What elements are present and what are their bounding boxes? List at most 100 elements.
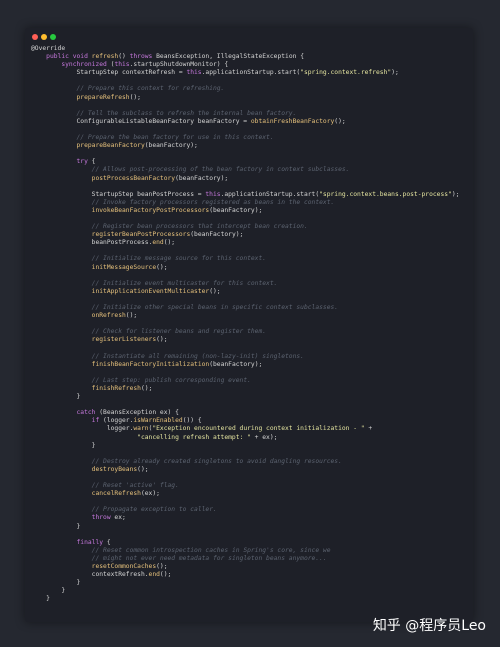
- code-line: registerListeners();: [31, 336, 469, 344]
- code-token: end: [148, 571, 160, 579]
- code-line: if (logger.isWarnEnabled()) {: [31, 417, 469, 425]
- code-line: }: [31, 523, 469, 531]
- code-token: ();: [140, 384, 153, 392]
- code-token: resetCommonCaches: [91, 563, 157, 570]
- code-token: // might not ever need metadata for sing…: [91, 554, 327, 562]
- code-token: (beanFactory);: [209, 360, 263, 368]
- code-token: throw: [91, 514, 115, 522]
- code-token: warn: [133, 425, 149, 433]
- code-line: postProcessBeanFactory(beanFactory);: [31, 175, 469, 183]
- code-token: synchronized: [61, 61, 111, 69]
- code-token: }: [31, 441, 96, 449]
- code-line: finally {: [31, 539, 469, 547]
- code-line: // might not ever need metadata for sing…: [31, 555, 469, 563]
- code-line: // Last step: publish corresponding even…: [31, 377, 469, 385]
- code-line: // Initialize message source for this co…: [31, 255, 469, 263]
- code-line: invokeBeanFactoryPostProcessors(beanFact…: [31, 207, 469, 215]
- code-line: // Tell the subclass to refresh the inte…: [31, 110, 469, 118]
- code-line: }: [31, 393, 469, 401]
- code-token: registerListeners: [91, 336, 157, 344]
- code-token: (beanFactory);: [190, 231, 244, 239]
- code-token: // Allows post-processing of the bean fa…: [91, 166, 350, 174]
- code-token: "spring.context.refresh": [300, 69, 392, 77]
- code-token: .applicationStartup.start(: [220, 190, 320, 198]
- code-token: // Propagate exception to caller.: [91, 506, 217, 514]
- code-token: // Tell the subclass to refresh the inte…: [76, 109, 297, 117]
- code-token: onRefresh: [91, 312, 126, 320]
- code-line: StartupStep contextRefresh = this.applic…: [31, 69, 469, 77]
- maximize-dot-icon: [50, 34, 56, 40]
- code-line: // Initialize other special beans in spe…: [31, 304, 469, 312]
- code-token: beanPostProcess.: [31, 239, 153, 247]
- code-token: this: [186, 69, 202, 77]
- code-line: StartupStep beanPostProcess = this.appli…: [31, 191, 469, 199]
- code-token: initApplicationEventMulticaster: [91, 287, 210, 295]
- code-line: finishBeanFactoryInitialization(beanFact…: [31, 361, 469, 369]
- code-token: }: [31, 595, 50, 603]
- code-token: ();: [334, 117, 346, 125]
- code-line: cancelRefresh(ex);: [31, 490, 469, 498]
- code-line: // Allows post-processing of the bean fa…: [31, 166, 469, 174]
- code-line: synchronized (this.startupShutdownMonito…: [31, 61, 469, 69]
- code-line: "cancelling refresh attempt: " + ex);: [31, 434, 469, 442]
- code-token: BeansException, IllegalStateException {: [156, 53, 304, 61]
- code-token: this: [205, 190, 221, 198]
- code-token: ();: [156, 263, 168, 271]
- code-token: // Initialize event multicaster for this…: [91, 279, 278, 287]
- code-token: finishRefresh: [91, 384, 141, 392]
- code-token: refresh: [91, 53, 119, 61]
- code-token: @Override: [31, 45, 66, 52]
- code-token: // Invoke factory processors registered …: [91, 198, 335, 206]
- code-token: );: [391, 69, 399, 77]
- code-token: ConfigurableListableBeanFactory beanFact…: [31, 117, 251, 125]
- code-token: }: [31, 522, 81, 530]
- code-line: // Register bean processors that interce…: [31, 223, 469, 231]
- code-token: // Last step: publish corresponding even…: [91, 376, 251, 384]
- code-line: finishRefresh();: [31, 385, 469, 393]
- code-token: // Prepare the bean factory for use in t…: [76, 134, 274, 142]
- code-token: }: [31, 393, 81, 401]
- code-token: "cancelling refresh attempt: ": [137, 433, 251, 441]
- code-line: contextRefresh.end();: [31, 571, 469, 579]
- code-line: initApplicationEventMulticaster();: [31, 288, 469, 296]
- code-token: +: [364, 425, 373, 433]
- code-line: }: [31, 595, 469, 603]
- code-block: @Override public void refresh() throws B…: [31, 45, 469, 603]
- code-token: // Check for listener beans and register…: [91, 328, 267, 336]
- code-token: // Reset common introspection caches in …: [91, 546, 331, 554]
- code-token: public void: [46, 53, 92, 61]
- code-token: registerBeanPostProcessors: [91, 231, 191, 239]
- code-token: StartupStep beanPostProcess =: [31, 190, 206, 198]
- code-token: }: [31, 579, 81, 587]
- code-token: cancelRefresh: [91, 490, 141, 498]
- code-line: // Reset common introspection caches in …: [31, 547, 469, 555]
- code-token: end: [152, 239, 164, 247]
- code-token: }: [31, 587, 66, 595]
- code-token: // Initialize other special beans in spe…: [91, 304, 339, 311]
- code-token: (logger.: [103, 417, 134, 425]
